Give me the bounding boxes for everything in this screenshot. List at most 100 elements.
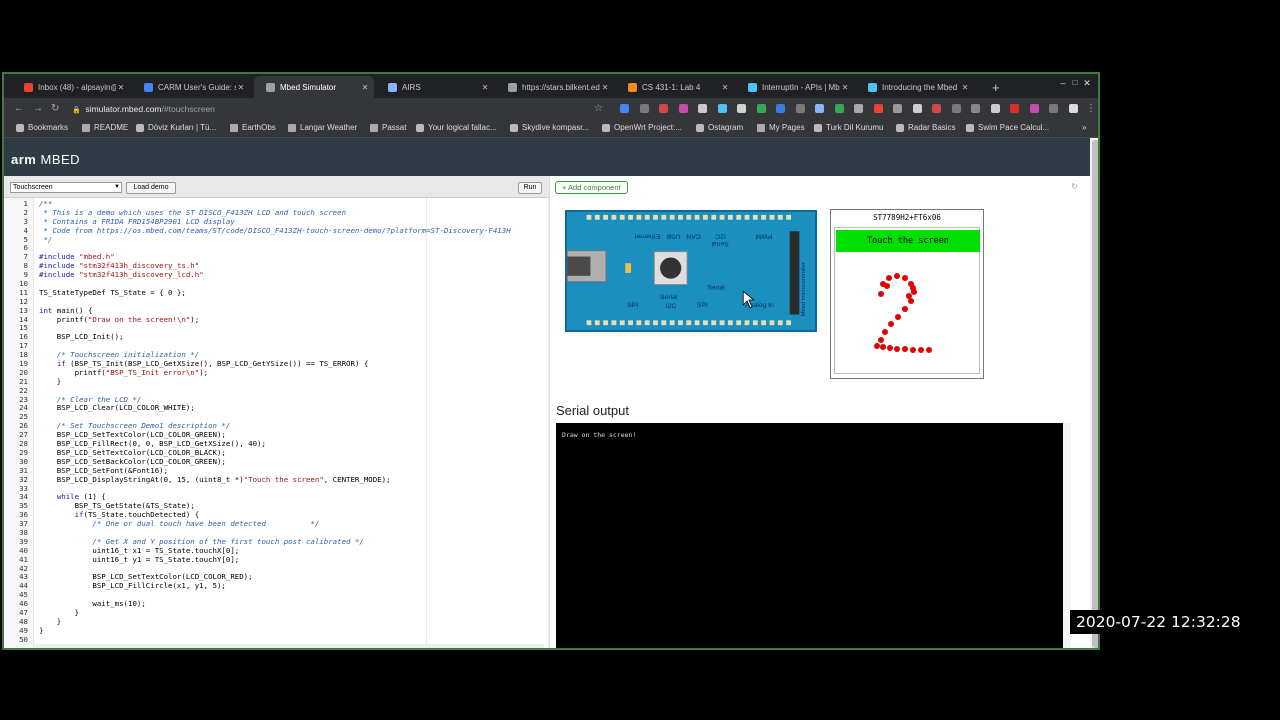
mbed-board[interactable]: Ethernet USB CAN I2C Serial PWM SPI Seri…	[565, 210, 817, 332]
code-line[interactable]: 4 * Code from https://os.mbed.com/teams/…	[4, 226, 544, 236]
bookmark-item[interactable]: EarthObs	[230, 123, 276, 132]
extension-icon[interactable]	[893, 104, 902, 113]
extension-icon[interactable]	[1010, 104, 1019, 113]
page-scrollbar-thumb[interactable]	[1092, 140, 1098, 648]
extension-icon[interactable]	[1068, 104, 1078, 113]
code-line[interactable]: 16 BSP_LCD_Init();	[4, 332, 544, 342]
bookmark-item[interactable]: Radar Basics	[896, 123, 956, 132]
tab-8[interactable]: Introducing the Mbed ✕	[856, 76, 974, 98]
tab-4[interactable]: AIRS ✕	[376, 76, 494, 98]
tab-1[interactable]: Inbox (48) - alpsayin@ ✕	[12, 76, 130, 98]
extension-icon[interactable]	[620, 104, 629, 113]
tab-3[interactable]: Mbed Simulator ✕	[254, 76, 374, 98]
tab-close-icon[interactable]: ✕	[480, 83, 490, 92]
page-scrollbar[interactable]	[1090, 138, 1098, 648]
bookmark-item[interactable]: Turk Dil Kurumu	[814, 123, 884, 132]
forward-icon[interactable]: →	[33, 103, 43, 114]
code-line[interactable]: 24 BSP_LCD_Clear(LCD_COLOR_WHITE);	[4, 404, 544, 413]
code-line[interactable]: 49}	[4, 626, 544, 636]
code-line[interactable]: 46 wait_ms(10);	[4, 599, 544, 609]
code-line[interactable]: 41 uint16_t y1 = TS_State.touchY[0];	[4, 555, 544, 565]
lcd-screen[interactable]: Touch the screen	[834, 227, 980, 374]
bookmark-item[interactable]: Your logical fallac...	[416, 123, 497, 132]
bookmark-item[interactable]: Skydive kompasr...	[510, 123, 589, 132]
code-line[interactable]: 48 }	[4, 617, 544, 627]
bookmark-item[interactable]: Passat	[370, 123, 406, 132]
run-button[interactable]: Run	[518, 182, 542, 194]
extension-icon[interactable]	[795, 104, 805, 113]
tab-6[interactable]: CS 431-1: Lab 4 ✕	[616, 76, 734, 98]
extension-icon[interactable]	[951, 104, 961, 113]
add-component-button[interactable]: + Add component	[555, 181, 628, 194]
bookmarks-overflow-button[interactable]: »	[1082, 123, 1086, 132]
load-demo-button[interactable]: Load demo	[126, 182, 176, 194]
url-field[interactable]: 🔒 simulator.mbed.com/#touchscreen	[66, 101, 606, 117]
extension-icon[interactable]	[932, 104, 941, 113]
tab-close-icon[interactable]: ✕	[960, 83, 970, 92]
code-line[interactable]: 5 */	[4, 235, 544, 245]
extension-icon[interactable]	[1049, 104, 1058, 113]
code-line[interactable]: 37 /* One or dual touch have been detect…	[4, 519, 544, 529]
new-tab-button[interactable]: +	[980, 76, 1004, 98]
tab-5[interactable]: https://stars.bilkent.ed ✕	[496, 76, 614, 98]
bookmark-item[interactable]: Langar Weather	[288, 123, 357, 132]
extension-icon[interactable]	[639, 104, 649, 113]
board-pin	[594, 320, 600, 326]
bookmark-item[interactable]: OpenWrt Project:...	[602, 123, 682, 132]
bookmark-item[interactable]: Bookmarks	[16, 123, 68, 132]
tab-2[interactable]: CARM User's Guide: st ✕	[132, 76, 250, 98]
tab-close-icon[interactable]: ✕	[236, 83, 246, 92]
lcd-component[interactable]: ST7789H2+FT6x06 Touch the screen	[830, 209, 984, 379]
ink-dot	[926, 347, 932, 353]
bookmark-item[interactable]: README	[82, 123, 128, 132]
browser-window: Inbox (48) - alpsayin@ ✕ CARM User's Guide…	[2, 72, 1100, 650]
extension-icon[interactable]	[1029, 104, 1039, 113]
extension-icon[interactable]	[854, 104, 863, 113]
tab-7[interactable]: InterruptIn - APIs | Mb ✕	[736, 76, 854, 98]
tab-favicon-icon	[508, 82, 517, 92]
close-window-button[interactable]: ✕	[1076, 78, 1098, 89]
menu-icon[interactable]: ⋮	[1086, 103, 1096, 114]
code-line[interactable]: 44 BSP_LCD_FillCircle(x1, y1, 5);	[4, 581, 544, 591]
extension-icon[interactable]	[912, 104, 922, 113]
extension-icon[interactable]	[815, 104, 824, 113]
refresh-icon[interactable]: ↻	[1071, 182, 1078, 191]
extension-icon[interactable]	[698, 104, 707, 113]
tab-close-icon[interactable]: ✕	[360, 83, 370, 92]
tab-close-icon[interactable]: ✕	[720, 83, 730, 92]
bookmark-item[interactable]: Döviz Kurları | Tü...	[136, 123, 216, 132]
extension-icon[interactable]	[971, 104, 980, 113]
code-line[interactable]: 47 }	[4, 608, 544, 618]
board-pin	[661, 320, 667, 326]
extension-icon[interactable]	[834, 104, 844, 113]
code-line[interactable]: 11 TS_StateTypeDef TS_State = { 0 };	[4, 288, 544, 298]
board-pin	[777, 320, 783, 326]
board-pin	[786, 214, 792, 220]
extension-icon[interactable]	[873, 104, 883, 113]
extension-icon[interactable]	[776, 104, 785, 113]
demo-select[interactable]: Touchscreen ▼	[10, 182, 122, 193]
back-icon[interactable]: ←	[14, 103, 24, 114]
code-line[interactable]: 32 BSP_LCD_DisplayStringAt(0, 15, (uint8…	[4, 475, 544, 485]
bookmark-item[interactable]: My Pages	[757, 123, 805, 132]
bookmark-item[interactable]: Swim Pace Calcul...	[966, 123, 1049, 132]
serial-output[interactable]: Draw on the screen!	[556, 423, 1063, 648]
code-line[interactable]: 14 printf("Draw on the screen!\n");	[4, 315, 544, 325]
reload-icon[interactable]: ↻	[51, 103, 59, 114]
code-line[interactable]: 9 #include "stm32f413h_discovery_lcd.h"	[4, 270, 544, 280]
extension-icon[interactable]	[659, 104, 668, 113]
bookmark-item[interactable]: Ostagram	[696, 123, 743, 132]
tab-close-icon[interactable]: ✕	[600, 83, 610, 92]
extension-icon[interactable]	[756, 104, 766, 113]
star-icon[interactable]: ☆	[594, 103, 603, 114]
extension-icon[interactable]	[678, 104, 688, 113]
extension-icon[interactable]	[990, 104, 1000, 113]
editor-hscrollbar[interactable]	[34, 644, 544, 648]
tab-close-icon[interactable]: ✕	[116, 83, 126, 92]
code-editor[interactable]: 1/** 2 * This is a demo which uses the ST…	[4, 198, 548, 648]
extension-icon[interactable]	[737, 104, 746, 113]
extension-icon[interactable]	[717, 104, 727, 113]
code-line[interactable]: 20 printf("BSP_TS_Init error\n");	[4, 368, 544, 378]
tab-close-icon[interactable]: ✕	[840, 83, 850, 92]
code-line[interactable]: 21 }	[4, 377, 544, 387]
